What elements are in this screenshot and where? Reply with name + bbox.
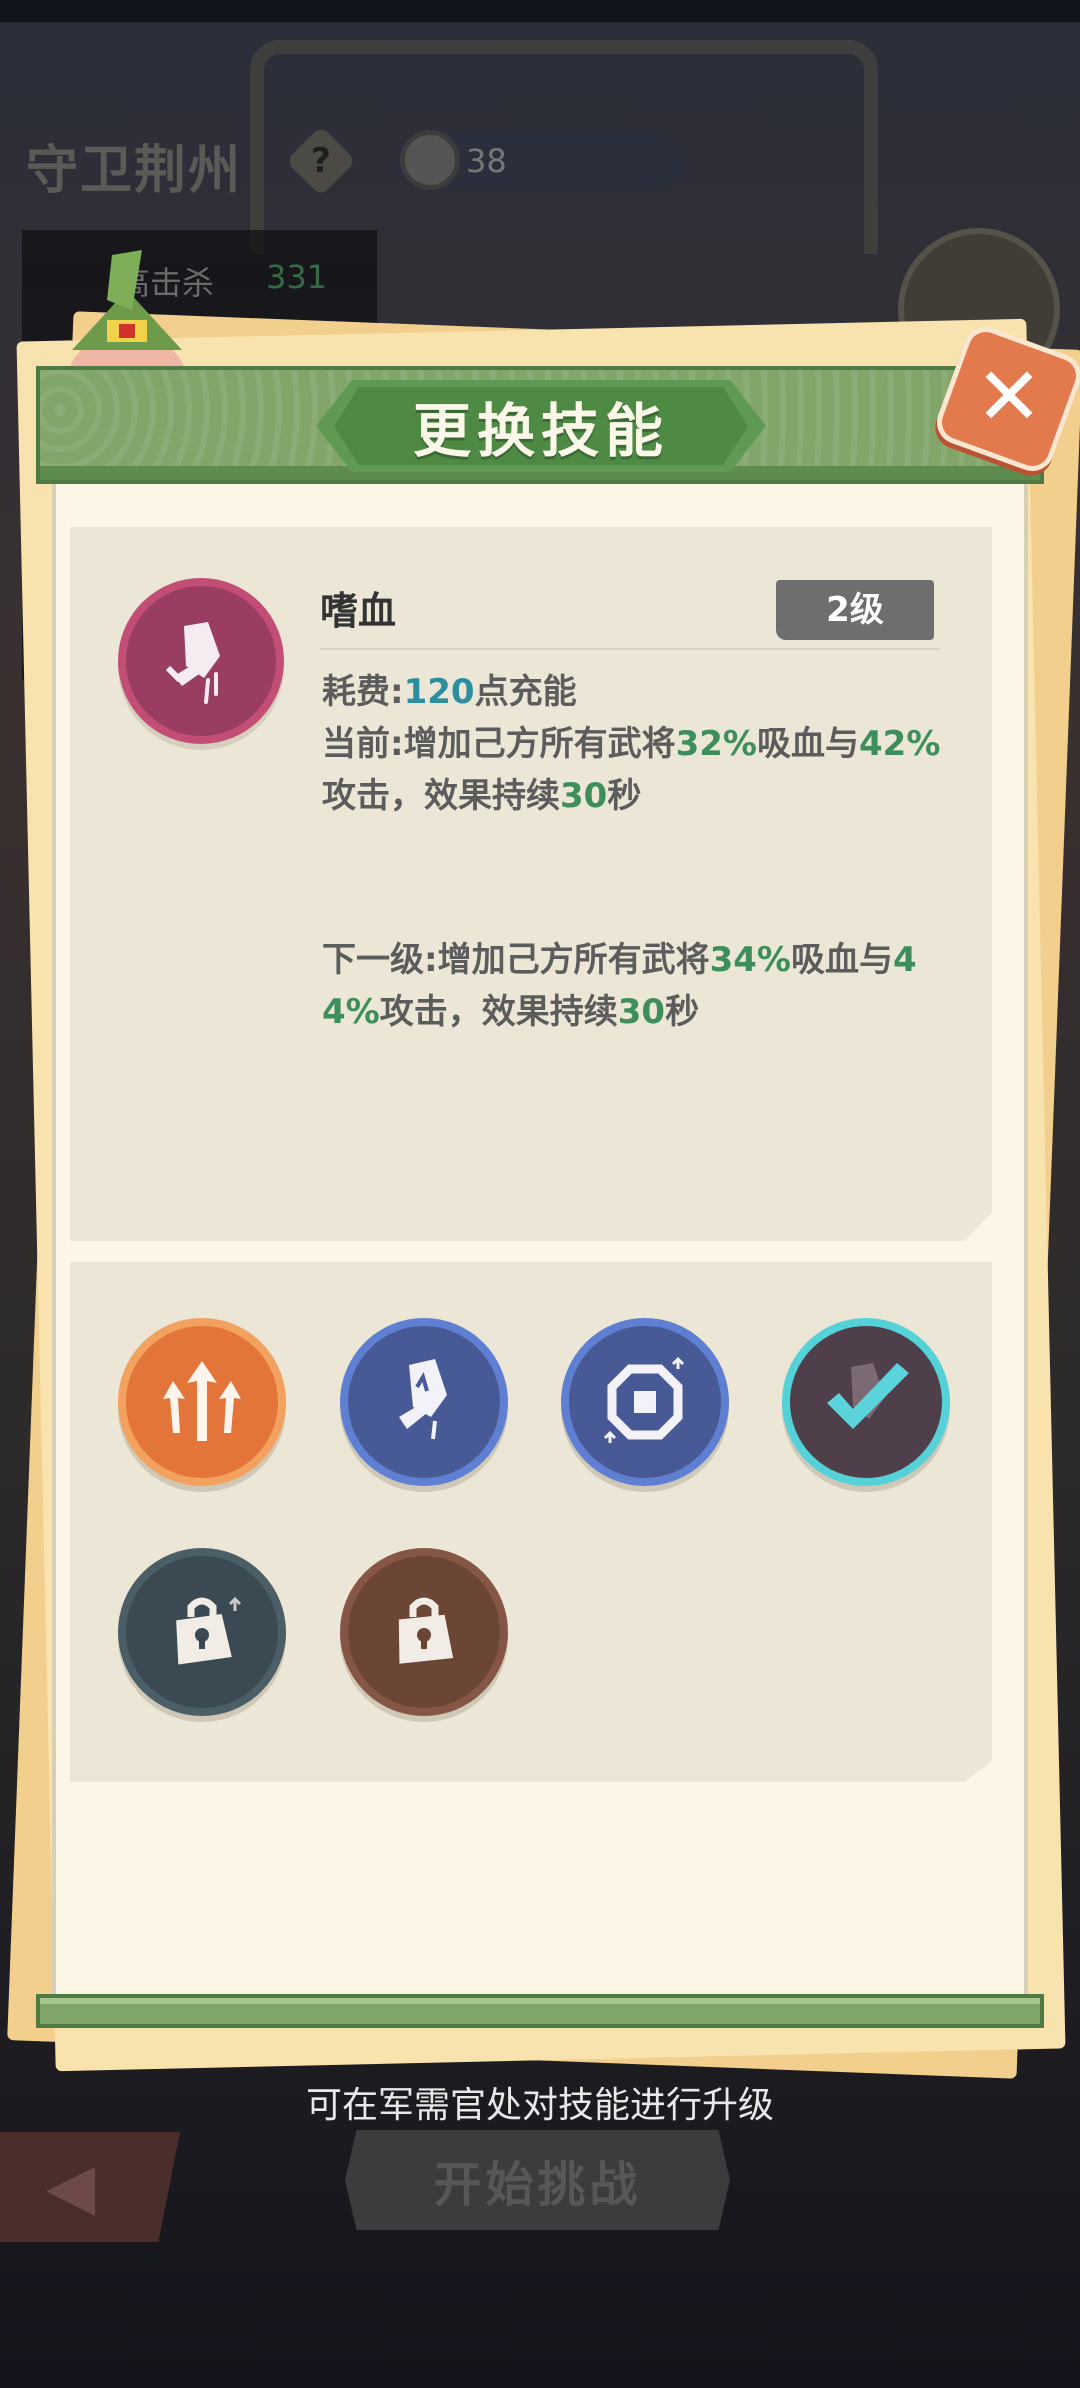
modal-title-plate: 更换技能 bbox=[316, 380, 766, 472]
close-icon: ✕ bbox=[975, 350, 1043, 443]
modal-title: 更换技能 bbox=[412, 397, 669, 465]
coin-count: 38 bbox=[466, 142, 507, 180]
arrow-left-icon: ◀ bbox=[46, 2150, 96, 2224]
skill-current-effect: 当前:增加己方所有武将32%吸血与42%攻击，效果持续30秒 bbox=[322, 724, 941, 816]
triple-arrow-up-icon bbox=[163, 1361, 241, 1441]
divider bbox=[320, 648, 940, 650]
close-button[interactable]: ✕ bbox=[930, 320, 1080, 478]
status-bar bbox=[0, 0, 1080, 22]
bloodlust-icon bbox=[118, 578, 284, 744]
back-button[interactable]: ◀ bbox=[0, 2132, 180, 2242]
lock-icon bbox=[176, 1596, 242, 1665]
skill-name: 嗜血 bbox=[320, 589, 397, 633]
stage-title: 守卫荆州 bbox=[26, 141, 243, 201]
broken-sword-icon bbox=[399, 1359, 447, 1440]
bloodlust-icon bbox=[827, 1363, 909, 1429]
upgrade-hint: 可在军需官处对技能进行升级 bbox=[305, 2085, 774, 2126]
skill-cost: 耗费:120点充能 bbox=[322, 672, 577, 712]
skill-slot-6-locked[interactable] bbox=[340, 1548, 508, 1716]
start-challenge-button[interactable]: 开始挑战 bbox=[345, 2130, 730, 2230]
skill-slot-3[interactable] bbox=[561, 1318, 729, 1486]
lock-icon bbox=[398, 1597, 454, 1664]
shield-target-icon bbox=[603, 1356, 685, 1443]
skill-slot-2[interactable] bbox=[340, 1318, 508, 1486]
question-icon[interactable]: ? bbox=[285, 125, 357, 197]
coin-icon bbox=[400, 130, 460, 190]
skill-slot-1[interactable] bbox=[118, 1318, 286, 1486]
level-badge: 2级 bbox=[776, 580, 934, 640]
modal-footer bbox=[36, 1994, 1044, 2028]
skill-slot-4-selected[interactable] bbox=[782, 1318, 950, 1486]
skill-slot-5-locked[interactable] bbox=[118, 1548, 286, 1716]
stat-value: 331 bbox=[266, 258, 328, 296]
skill-next-level-effect: 下一级:增加己方所有武将34%吸血与44%攻击，效果持续30秒 bbox=[322, 940, 917, 1032]
